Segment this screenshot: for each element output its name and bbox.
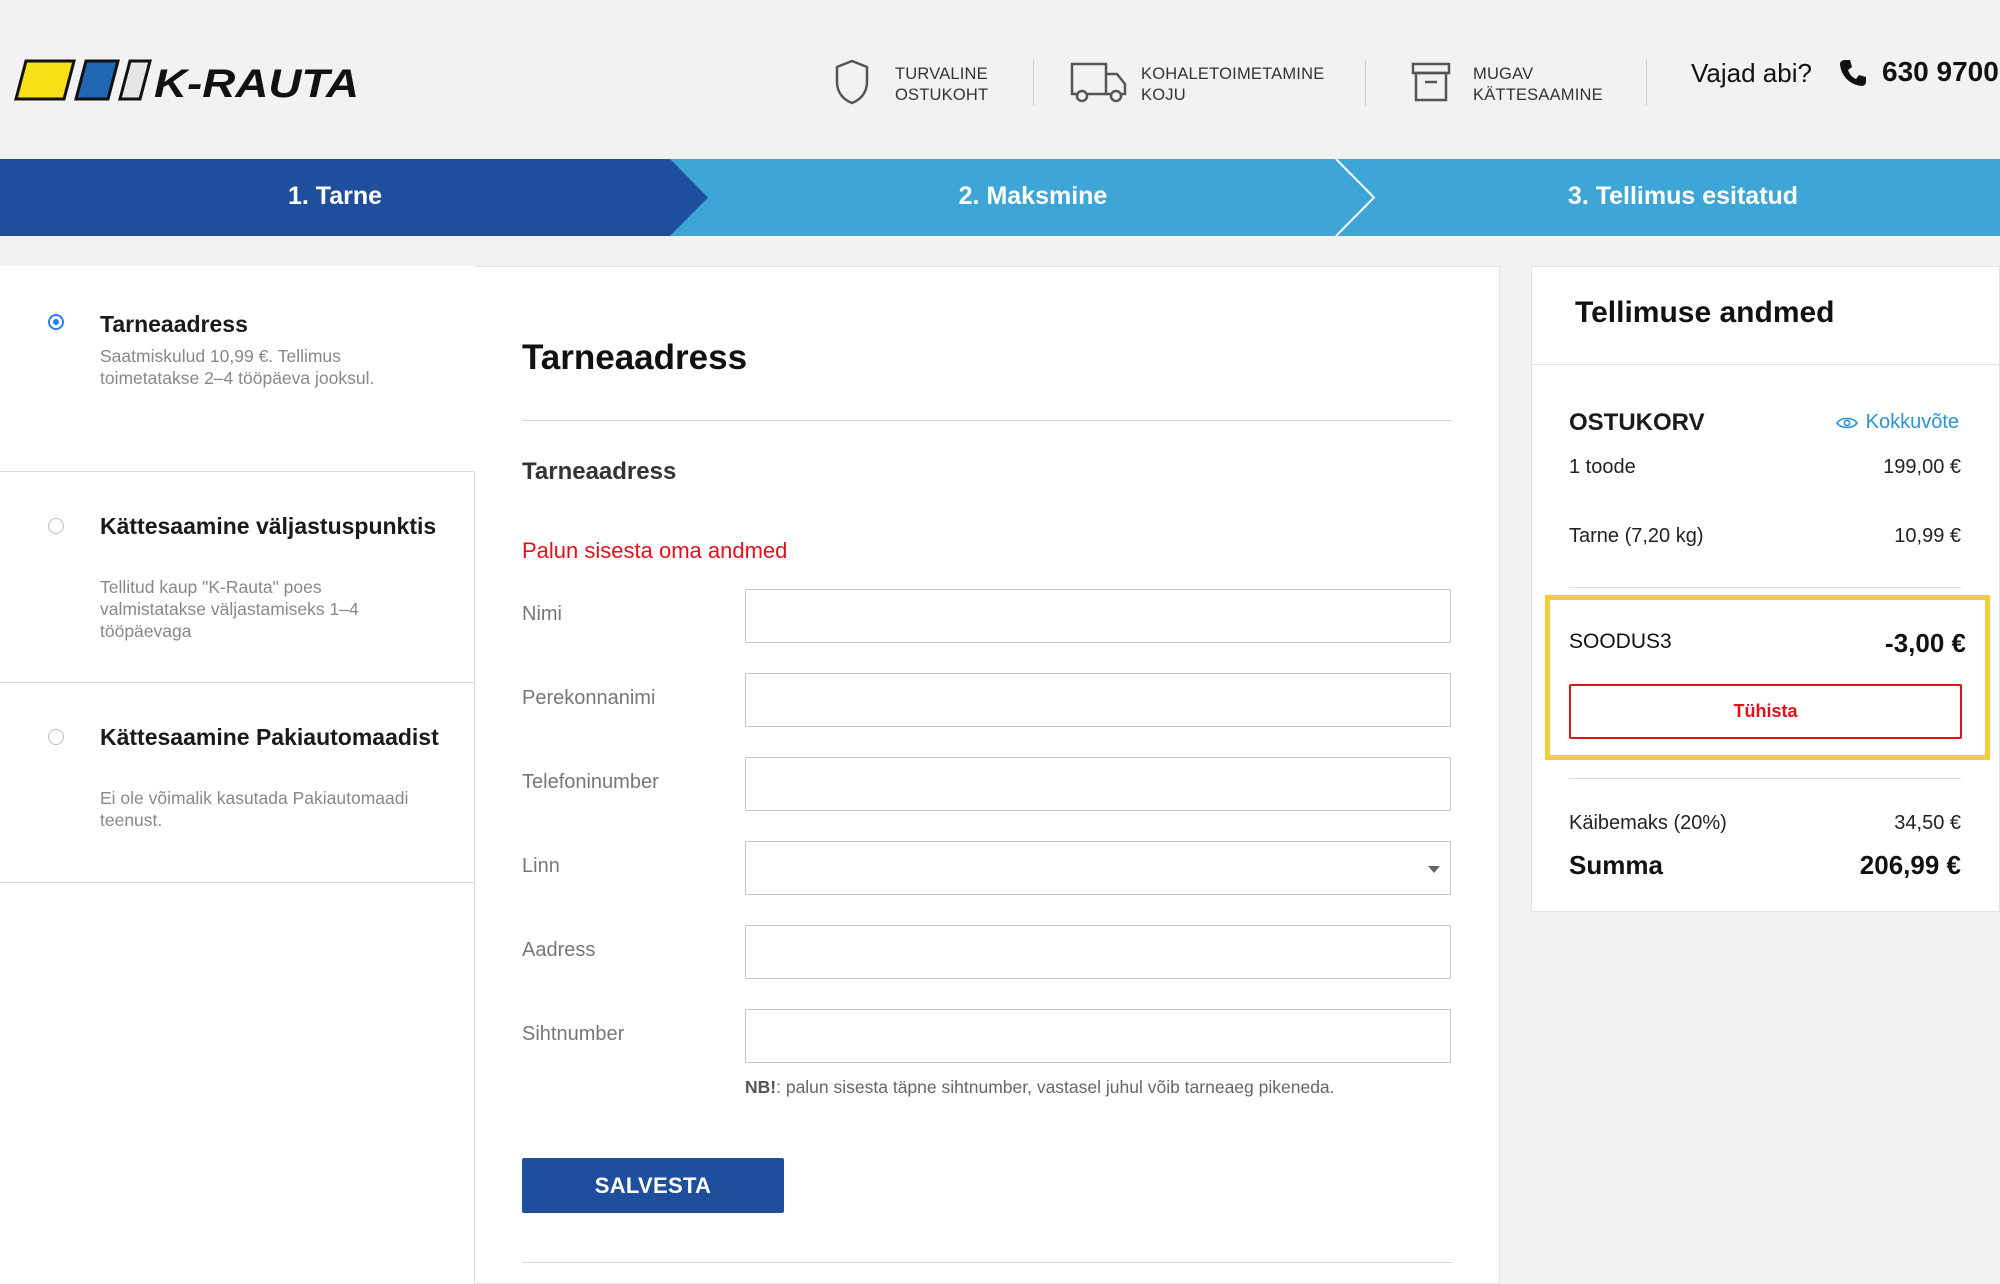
summary-link-label[interactable]: Kokkuvõte <box>1866 411 1959 434</box>
feature-pickup-line1: MUGAV <box>1473 65 1534 83</box>
label-perekonnanimi: Perekonnanimi <box>522 687 656 709</box>
feature-delivery-line1: KOHALETOIMETAMINE <box>1141 65 1325 83</box>
select-linn[interactable] <box>745 841 1451 895</box>
summary-divider <box>1569 778 1961 779</box>
note-text: : palun sisesta täpne sihtnumber, vastas… <box>776 1077 1335 1097</box>
cancel-promo-button[interactable]: Tühista <box>1569 684 1962 739</box>
site-header: K-RAUTA TURVALINE OSTUKOHT KOHALETOIMETA… <box>0 0 2000 159</box>
summary-link[interactable]: Kokkuvõte <box>1835 411 1959 434</box>
feature-secure-line2: OSTUKOHT <box>895 86 989 104</box>
delivery-option-pickup-point[interactable]: Kättesaamine väljastuspunktis Tellitud k… <box>0 471 475 682</box>
items-label: 1 toode <box>1569 456 1636 478</box>
cart-heading: OSTUKORV <box>1569 409 1705 436</box>
form-divider <box>522 1262 1452 1263</box>
step-3-tellimus-esitatud[interactable]: 3. Tellimus esitatud <box>1366 182 2000 211</box>
address-form: Tarneaadress Tarneaadress Palun sisesta … <box>522 266 1452 1284</box>
input-perekonnanimi[interactable] <box>745 673 1451 727</box>
label-telefoninumber: Telefoninumber <box>522 771 659 793</box>
promo-code-box: SOODUS3 -3,00 € Tühista <box>1545 595 1990 760</box>
feature-pickup-line2: KÄTTESAAMINE <box>1473 86 1603 104</box>
summary-divider <box>1532 364 2000 365</box>
box-icon <box>1411 62 1451 102</box>
total-row: Summa 206,99 € <box>1569 850 1961 881</box>
brand-name: K-RAUTA <box>154 62 359 101</box>
order-summary: Tellimuse andmed OSTUKORV Kokkuvõte 1 to… <box>1531 266 2000 912</box>
phone-number[interactable]: 630 9700 <box>1882 56 1999 88</box>
shipping-price: 10,99 € <box>1894 525 1961 547</box>
vat-label: Käibemaks (20%) <box>1569 812 1727 834</box>
radio-parcel-machine[interactable] <box>48 729 64 745</box>
delivery-method-list: Tarneaadress Saatmiskulud 10,99 €. Telli… <box>0 266 475 1284</box>
input-aadress[interactable] <box>745 925 1451 979</box>
radio-address-selected[interactable] <box>48 314 64 330</box>
label-aadress: Aadress <box>522 939 596 961</box>
delivery-option-address[interactable]: Tarneaadress Saatmiskulud 10,99 €. Telli… <box>0 266 475 471</box>
promo-discount: -3,00 € <box>1885 628 1966 658</box>
vat-value: 34,50 € <box>1894 812 1961 834</box>
feature-delivery-line2: KOJU <box>1141 86 1186 104</box>
label-sihtnumber: Sihtnumber <box>522 1023 625 1045</box>
delivery-option-desc: Saatmiskulud 10,99 €. Tellimus toimetata… <box>100 346 375 388</box>
form-title: Tarneaadress <box>522 338 748 377</box>
chevron-down-icon[interactable] <box>1428 866 1440 873</box>
items-price: 199,00 € <box>1883 456 1961 478</box>
header-divider <box>1365 60 1366 106</box>
form-warning: Palun sisesta oma andmed <box>522 538 788 563</box>
form-subtitle: Tarneaadress <box>522 458 677 485</box>
delivery-truck-icon <box>1070 62 1127 103</box>
shield-icon <box>835 59 869 105</box>
delivery-option-parcel-machine[interactable]: Kättesaamine Pakiautomaadist Ei ole võim… <box>0 682 475 883</box>
total-label: Summa <box>1569 850 1663 880</box>
note-prefix: NB! <box>745 1077 777 1097</box>
label-linn: Linn <box>522 855 560 877</box>
eye-icon[interactable] <box>1835 416 1858 430</box>
form-divider <box>522 420 1452 421</box>
delivery-option-title: Tarneaadress <box>100 311 248 337</box>
summary-title: Tellimuse andmed <box>1575 296 1835 329</box>
input-sihtnumber[interactable] <box>745 1009 1451 1063</box>
postal-code-note: NB!: palun sisesta täpne sihtnumber, vas… <box>745 1077 1335 1098</box>
step-2-maksmine[interactable]: 2. Maksmine <box>700 182 1366 211</box>
delivery-option-title: Kättesaamine Pakiautomaadist <box>100 724 439 750</box>
radio-pickup-point[interactable] <box>48 518 64 534</box>
delivery-option-title: Kättesaamine väljastuspunktis <box>100 513 437 539</box>
label-nimi: Nimi <box>522 603 562 625</box>
items-row: 1 toode 199,00 € <box>1569 456 1961 479</box>
shipping-row: Tarne (7,20 kg) 10,99 € <box>1569 525 1961 548</box>
help-label: Vajad abi? <box>1691 58 1812 88</box>
total-value: 206,99 € <box>1859 850 1961 880</box>
k-rauta-logo[interactable]: K-RAUTA <box>14 59 360 101</box>
header-divider <box>1033 60 1034 106</box>
shipping-label: Tarne (7,20 kg) <box>1569 525 1704 547</box>
phone-icon[interactable] <box>1838 58 1868 88</box>
delivery-option-desc: Tellitud kaup "K-Rauta" poes valmistatak… <box>100 577 359 641</box>
promo-code: SOODUS3 <box>1569 630 1672 653</box>
input-telefoninumber[interactable] <box>745 757 1451 811</box>
input-nimi[interactable] <box>745 589 1451 643</box>
save-button[interactable]: SALVESTA <box>522 1158 784 1213</box>
delivery-list-filler <box>0 883 475 1284</box>
summary-divider <box>1569 587 1961 588</box>
vat-row: Käibemaks (20%) 34,50 € <box>1569 812 1961 835</box>
step-1-tarne[interactable]: 1. Tarne <box>0 182 670 211</box>
delivery-option-desc: Ei ole võimalik kasutada Pakiautomaadi t… <box>100 788 409 830</box>
feature-secure-line1: TURVALINE <box>895 65 988 83</box>
header-divider <box>1646 60 1647 106</box>
